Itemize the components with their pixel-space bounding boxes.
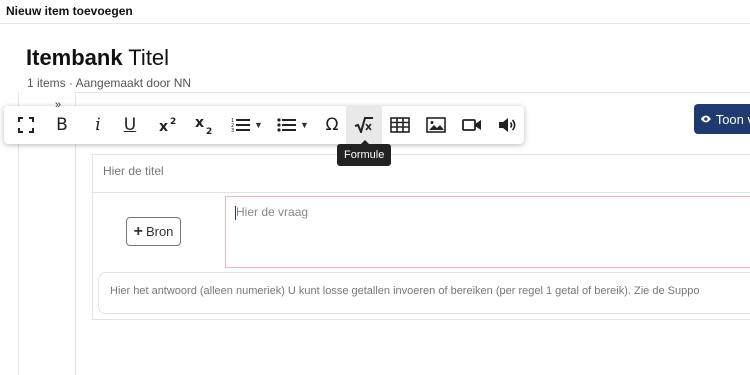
fullscreen-icon <box>18 117 34 133</box>
subscript-button[interactable]: x 2 <box>186 106 222 144</box>
omega-icon: Ω <box>325 115 339 135</box>
video-button[interactable] <box>454 106 490 144</box>
itembank-title: Itembank Titel <box>26 45 169 71</box>
table-button[interactable] <box>382 106 418 144</box>
show-button-label: Toon v <box>715 111 750 127</box>
superscript-icon: x 2 <box>159 117 176 134</box>
formula-button[interactable] <box>346 106 382 144</box>
ordered-list-dropdown-icon[interactable]: ▼ <box>254 120 263 130</box>
image-button[interactable] <box>418 106 454 144</box>
fullscreen-button[interactable] <box>8 106 44 144</box>
itembank-title-bold: Itembank <box>26 45 123 70</box>
table-icon <box>390 117 410 133</box>
answer-placeholder: Hier het antwoord (alleen numeriek) U ku… <box>110 285 700 297</box>
question-placeholder: Hier de vraag <box>236 205 309 219</box>
bold-icon: B <box>56 115 68 135</box>
ordered-list-icon: 1 2 3 <box>231 118 251 133</box>
svg-text:2: 2 <box>206 127 212 135</box>
svg-text:3: 3 <box>231 128 234 133</box>
itembank-subtitle: 1 items · Aangemaakt door NN <box>27 76 192 90</box>
square-root-icon <box>354 117 373 133</box>
add-source-label: Bron <box>145 224 174 239</box>
underline-button[interactable]: U <box>112 106 148 144</box>
italic-icon: i <box>95 115 101 135</box>
svg-text:2: 2 <box>170 117 176 127</box>
formula-tooltip: Formule <box>337 140 392 166</box>
eye-icon <box>700 115 711 123</box>
plus-icon: + <box>133 222 143 240</box>
ordered-list-button[interactable]: 1 2 3 ▼ <box>224 106 270 144</box>
top-bar: Nieuw item toevoegen <box>0 0 750 24</box>
special-characters-button[interactable]: Ω <box>314 106 350 144</box>
title-input[interactable]: Hier de titel <box>93 155 750 193</box>
superscript-button[interactable]: x 2 <box>150 106 186 144</box>
answer-input[interactable]: Hier het antwoord (alleen numeriek) U ku… <box>98 272 750 314</box>
itembank-title-rest: Titel <box>122 45 170 70</box>
toolbar-more-icon[interactable]: » <box>55 99 61 111</box>
unordered-list-dropdown-icon[interactable]: ▼ <box>300 120 309 130</box>
bold-button[interactable]: B <box>44 106 80 144</box>
question-input[interactable]: Hier de vraag <box>225 196 750 268</box>
underline-icon: U <box>123 115 137 135</box>
svg-text:x: x <box>159 119 168 134</box>
subscript-icon: x 2 <box>195 115 212 135</box>
speaker-icon <box>499 118 516 132</box>
editor-toolbar: B i U x 2 x 2 1 2 3 ▼ ▼ Ω <box>4 106 524 144</box>
unordered-list-icon <box>277 118 297 132</box>
audio-button[interactable] <box>490 106 526 144</box>
unordered-list-button[interactable]: ▼ <box>270 106 316 144</box>
add-source-button[interactable]: + Bron <box>126 217 181 246</box>
video-icon <box>462 119 481 131</box>
image-icon <box>426 117 446 133</box>
title-placeholder: Hier de titel <box>103 164 164 178</box>
svg-text:x: x <box>195 115 204 131</box>
show-button[interactable]: Toon v <box>694 104 750 134</box>
page-title: Nieuw item toevoegen <box>6 4 133 18</box>
italic-button[interactable]: i <box>80 106 116 144</box>
